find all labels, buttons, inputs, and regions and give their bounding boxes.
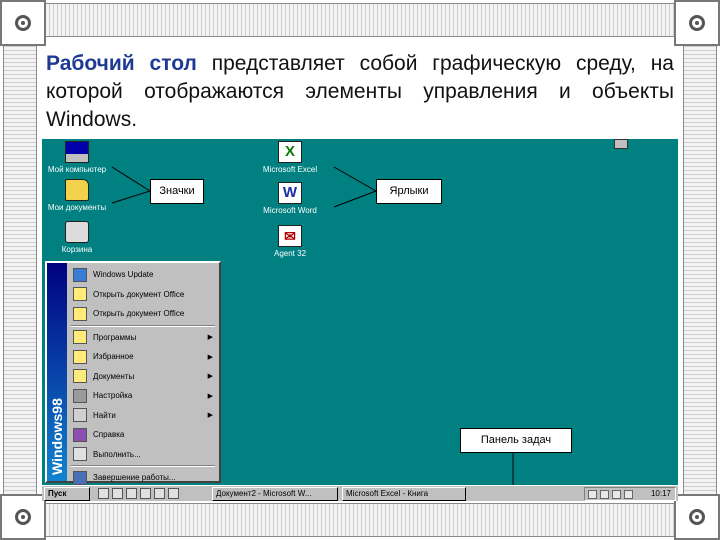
quick-launch-channels-icon[interactable] — [140, 488, 151, 499]
heading-accent: Рабочий стол — [46, 52, 197, 75]
submenu-arrow-icon: ▶ — [207, 392, 213, 400]
ring-icon — [15, 509, 31, 525]
callout-line-shortcuts-bottom — [333, 190, 377, 208]
system-tray: 10:17 — [584, 487, 676, 501]
menu-item-open-office-doc[interactable]: Открыть документ Office — [69, 285, 217, 305]
submenu-arrow-icon: ▶ — [207, 353, 213, 361]
menu-item-programs[interactable]: Программы ▶ — [69, 328, 217, 348]
help-book-icon — [73, 427, 87, 442]
menu-item-label: Настройка — [93, 391, 133, 401]
corner-bottom-right — [674, 494, 720, 540]
icon-label: Мои документы — [47, 203, 107, 212]
ring-icon — [689, 509, 705, 525]
desktop-shortcut-word[interactable]: W Microsoft Word — [245, 182, 335, 215]
quick-launch-excel-icon[interactable] — [154, 488, 165, 499]
start-menu: Windows98 Windows Update Открыть докумен… — [45, 261, 221, 485]
menu-item-run[interactable]: Выполнить... — [69, 445, 217, 465]
ring-icon — [15, 15, 31, 31]
recycle-bin-icon — [65, 221, 89, 243]
menu-item-label: Завершение работы... — [93, 473, 176, 483]
menu-item-label: Документы — [93, 371, 135, 381]
icon-label: Мой компьютер — [47, 165, 107, 174]
excel-icon: X — [278, 141, 302, 163]
favorites-icon — [73, 349, 87, 364]
frame-right-bar — [683, 40, 717, 500]
find-icon — [73, 408, 87, 423]
office-document-icon — [73, 306, 87, 321]
slide-heading: Рабочий стол представляет собой графичес… — [46, 50, 674, 134]
desktop-icon-recycle-bin[interactable]: Корзина — [42, 221, 122, 254]
callout-shortcuts: Ярлыки — [376, 179, 442, 204]
clock[interactable]: 10:17 — [651, 489, 671, 498]
globe-icon — [73, 267, 87, 282]
menu-item-find[interactable]: Найти ▶ — [69, 406, 217, 426]
word-icon: W — [278, 182, 302, 204]
quick-launch-desktop-icon[interactable] — [126, 488, 137, 499]
desktop-shortcut-excel[interactable]: X Microsoft Excel — [245, 141, 335, 174]
documents-icon — [73, 369, 87, 384]
my-documents-icon — [65, 179, 89, 201]
corner-top-left — [0, 0, 46, 46]
ring-icon — [689, 15, 705, 31]
window-fragment — [614, 139, 628, 149]
menu-item-label: Справка — [93, 430, 125, 440]
desktop-screenshot: Мой компьютер Мои документы Корзина X Mi… — [42, 139, 678, 501]
taskbar: Пуск Документ2 - Microsoft W... Microsof… — [42, 485, 678, 501]
callout-icons: Значки — [150, 179, 204, 204]
start-menu-brand: Windows98 — [47, 263, 67, 481]
tray-icon[interactable] — [624, 490, 633, 499]
quick-launch-word-icon[interactable] — [168, 488, 179, 499]
icon-label: Agent 32 — [273, 249, 307, 258]
frame-left-bar — [3, 40, 37, 500]
menu-item-open-office-doc-2[interactable]: Открыть документ Office — [69, 304, 217, 324]
menu-item-documents[interactable]: Документы ▶ — [69, 367, 217, 387]
menu-item-label: Windows Update — [93, 270, 154, 280]
icon-label: Microsoft Word — [263, 206, 317, 215]
mail-agent-icon: ✉ — [278, 225, 302, 247]
taskbar-button-excel[interactable]: Microsoft Excel - Книга — [342, 487, 466, 501]
menu-item-help[interactable]: Справка — [69, 425, 217, 445]
tray-icon[interactable] — [588, 490, 597, 499]
shutdown-icon — [73, 470, 87, 485]
menu-item-label: Открыть документ Office — [93, 289, 185, 299]
menu-item-label: Программы — [93, 332, 137, 342]
icon-label: Корзина — [61, 245, 93, 254]
menu-separator — [71, 324, 215, 327]
start-button[interactable]: Пуск — [44, 487, 90, 501]
start-menu-items: Windows Update Открыть документ Office О… — [69, 265, 217, 488]
corner-top-right — [674, 0, 720, 46]
submenu-arrow-icon: ▶ — [207, 412, 213, 420]
menu-item-label: Открыть документ Office — [93, 309, 185, 319]
callout-line-shortcuts-top — [333, 166, 377, 192]
office-document-icon — [73, 287, 87, 302]
frame-top-bar — [40, 3, 680, 37]
my-computer-icon — [65, 141, 89, 163]
taskbar-button-word[interactable]: Документ2 - Microsoft W... — [212, 487, 338, 501]
desktop-icon-my-computer[interactable]: Мой компьютер — [42, 141, 122, 174]
desktop-icon-my-documents[interactable]: Мои документы — [42, 179, 122, 212]
quick-launch-ie-icon[interactable] — [98, 488, 109, 499]
settings-icon — [73, 388, 87, 403]
frame-bottom-bar — [40, 503, 680, 537]
submenu-arrow-icon: ▶ — [207, 373, 213, 381]
menu-item-windows-update[interactable]: Windows Update — [69, 265, 217, 285]
menu-item-favorites[interactable]: Избранное ▶ — [69, 347, 217, 367]
callout-taskbar: Панель задач — [460, 428, 572, 453]
programs-icon — [73, 330, 87, 345]
corner-bottom-left — [0, 494, 46, 540]
quick-launch-outlook-icon[interactable] — [112, 488, 123, 499]
icon-label: Microsoft Excel — [262, 165, 318, 174]
menu-item-settings[interactable]: Настройка ▶ — [69, 386, 217, 406]
tray-icon[interactable] — [600, 490, 609, 499]
menu-item-label: Избранное — [93, 352, 134, 362]
tray-icon[interactable] — [612, 490, 621, 499]
brand-text: Windows98 — [49, 398, 65, 475]
run-icon — [73, 447, 87, 462]
submenu-arrow-icon: ▶ — [207, 334, 213, 342]
menu-item-label: Выполнить... — [93, 449, 141, 459]
quick-launch — [98, 488, 179, 499]
menu-separator — [71, 465, 215, 467]
menu-item-label: Найти — [93, 410, 116, 420]
desktop-shortcut-agent[interactable]: ✉ Agent 32 — [245, 225, 335, 258]
